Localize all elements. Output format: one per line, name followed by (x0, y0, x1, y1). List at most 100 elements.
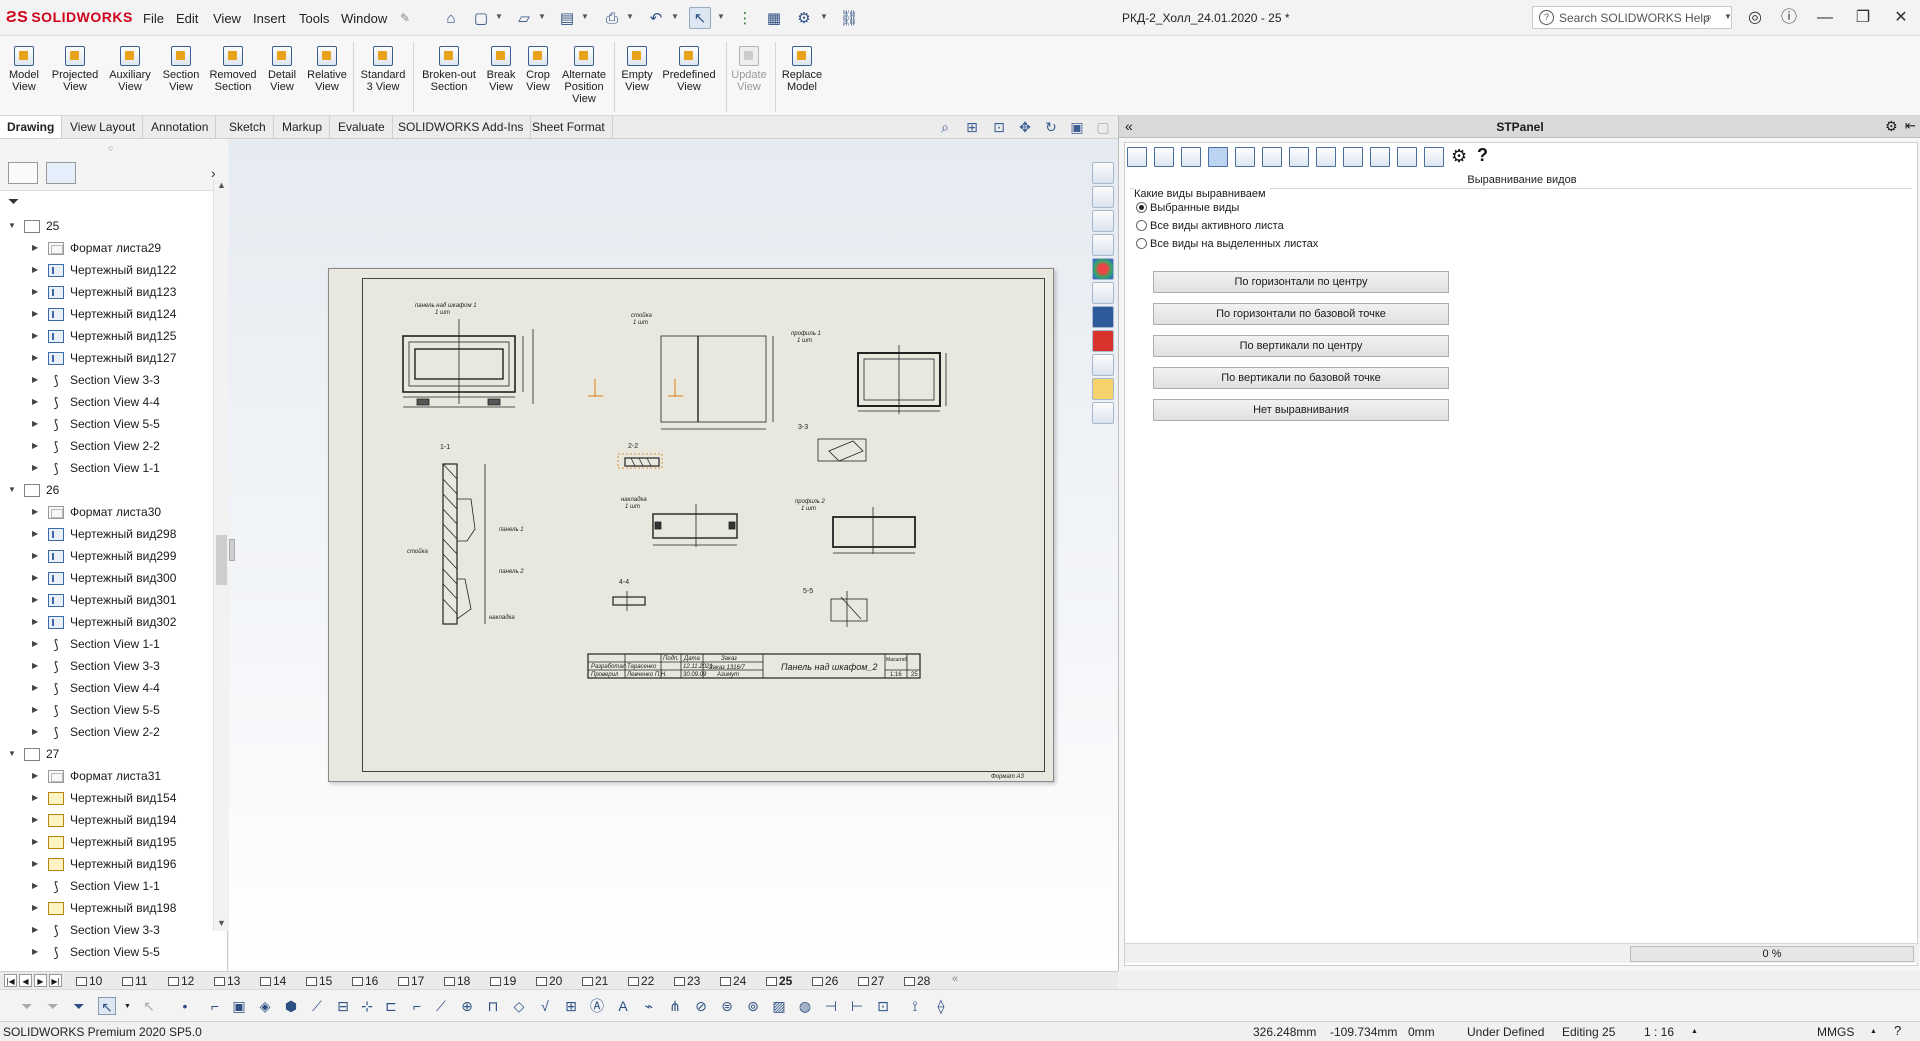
tree-item[interactable]: ▶ ⟆ Section View 2-2 (0, 721, 212, 743)
menu-insert[interactable]: Insert (253, 11, 286, 26)
st-addin-icon[interactable] (1092, 330, 1114, 352)
sheet-scale[interactable]: 1 : 16 (1644, 1025, 1674, 1039)
filter-solids-icon[interactable]: ⬢ (282, 997, 300, 1015)
home-icon[interactable]: ⌂ (440, 7, 462, 29)
new-document-icon[interactable]: ▢ (470, 7, 492, 29)
tree-item[interactable]: ▶ Чертежный вид300 (0, 567, 212, 589)
file-explorer-icon[interactable] (1092, 234, 1114, 256)
table-tool-icon[interactable] (1235, 147, 1255, 167)
scroll-tabs-left-icon[interactable]: « (952, 973, 958, 985)
clear-filters-icon[interactable]: ↖ (140, 997, 158, 1015)
chevron-right-icon[interactable]: ▶ (32, 677, 38, 699)
unit-system[interactable]: MMGS (1817, 1025, 1854, 1039)
chevron-right-icon[interactable]: ▶ (32, 391, 38, 413)
filter-points-icon[interactable]: ⊹ (358, 997, 376, 1015)
chevron-right-icon[interactable]: ▶ (32, 897, 38, 919)
tree-item[interactable]: ▶ ⟆ Section View 5-5 (0, 413, 212, 435)
chevron-right-icon[interactable]: ▶ (32, 347, 38, 369)
chevron-right-icon[interactable]: ▶ (32, 545, 38, 567)
sheet-tab[interactable]: 17 (396, 973, 424, 989)
tree-item[interactable]: ▶ Чертежный вид154 (0, 787, 212, 809)
sheet-tab[interactable]: 16 (350, 973, 378, 989)
feature-manager-tab[interactable] (8, 162, 38, 184)
chevron-right-icon[interactable]: ▶ (32, 413, 38, 435)
tab-solidworks-add-ins[interactable]: SOLIDWORKS Add-Ins (391, 116, 532, 138)
menu-tools[interactable]: Tools (299, 11, 329, 26)
sheet-tab[interactable]: 12 (166, 973, 194, 989)
first-sheet-icon[interactable]: |◀ (4, 974, 17, 987)
minimize-icon[interactable]: — (1812, 6, 1838, 30)
filter-cosmetic-thread-icon[interactable]: ⋔ (666, 997, 684, 1015)
tree-item[interactable]: ▶ ⟆ Section View 2-2 (0, 435, 212, 457)
tree-item[interactable]: ▶ ⟆ Section View 1-1 (0, 875, 212, 897)
link-icon[interactable]: ⛓ (838, 7, 860, 29)
tree-tool-icon[interactable] (1397, 147, 1417, 167)
align-vertical-center-button[interactable]: По вертикали по центру (1153, 335, 1449, 357)
tree-item[interactable]: ▶ Чертежный вид198 (0, 897, 212, 919)
sheet-tool-icon[interactable] (1262, 147, 1282, 167)
chevron-right-icon[interactable]: ▶ (32, 611, 38, 633)
filter-icon[interactable]: ⏷ (18, 997, 36, 1015)
tab-evaluate[interactable]: Evaluate (331, 116, 393, 138)
chevron-right-icon[interactable]: ▶ (32, 435, 38, 457)
tree-item[interactable]: ▶ Чертежный вид196 (0, 853, 212, 875)
hide-show-icon[interactable]: ▢ (1094, 119, 1112, 136)
projected-view-button[interactable]: Projected View (48, 46, 102, 93)
sheet-tab[interactable]: 24 (718, 973, 746, 989)
detail-view-button[interactable]: Detail View (262, 46, 302, 93)
chevron-right-icon[interactable]: ▶ (32, 787, 38, 809)
options-gear-icon[interactable]: ⚙ (793, 7, 815, 29)
filter-sketch-points-icon[interactable]: ⟋ (432, 997, 450, 1015)
chevron-right-icon[interactable]: ▶ (32, 941, 38, 963)
tree-item[interactable]: ▶ ⟆ Section View 1-1 (0, 457, 212, 479)
zoom-to-area-icon[interactable]: ⊞ (963, 119, 981, 136)
chevron-down-icon[interactable]: ▼ (495, 12, 503, 21)
chevron-down-icon[interactable]: ▼ (671, 12, 679, 21)
tree-item[interactable]: ▶ Чертежный вид125 (0, 325, 212, 347)
menu-file[interactable]: File (143, 11, 164, 26)
chevron-right-icon[interactable]: ▶ (32, 765, 38, 787)
filter-weld-bead-icon[interactable]: ◍ (796, 997, 814, 1015)
tab-annotation[interactable]: Annotation (144, 116, 217, 138)
sheet-tab[interactable]: 25 (764, 973, 792, 989)
design-library-icon[interactable] (1092, 210, 1114, 232)
tree-sheet-node[interactable]: ▼ 25 (0, 215, 212, 237)
layout-tool-icon[interactable] (1343, 147, 1363, 167)
menu-view[interactable]: View (213, 11, 241, 26)
tree-item[interactable]: ▶ ⟆ Section View 4-4 (0, 391, 212, 413)
splitter-handle-icon[interactable]: ○ (108, 143, 113, 153)
drawing-views[interactable] (363, 279, 1046, 773)
sheet-tab[interactable]: 27 (856, 973, 884, 989)
tree-scrollbar[interactable]: ▲ ▼ (213, 180, 228, 931)
chevron-down-icon[interactable]: ▼ (124, 1003, 131, 1010)
appearances-icon[interactable] (1092, 258, 1114, 280)
search-icon[interactable]: ⌕ (1705, 9, 1712, 25)
chevron-right-icon[interactable]: ▶ (32, 589, 38, 611)
radio-dot[interactable] (1136, 238, 1147, 249)
chevron-up-icon[interactable]: ▲ (1691, 1028, 1698, 1035)
tree-item[interactable]: ▶ Чертежный вид127 (0, 347, 212, 369)
last-sheet-icon[interactable]: ▶| (49, 974, 62, 987)
filter-notes-icon[interactable]: Ⓐ (588, 997, 606, 1015)
chevron-down-icon[interactable]: ▼ (538, 12, 546, 21)
radio-dot[interactable] (1136, 202, 1147, 213)
view-settings-icon[interactable]: ▣ (1068, 119, 1086, 136)
auxiliary-view-button[interactable]: Auxiliary View (104, 46, 156, 93)
radio-active-sheet-views[interactable]: Все виды активного листа (1136, 220, 1284, 232)
traffic-light-icon[interactable]: ⋮ (734, 7, 756, 29)
removed-section-button[interactable]: Removed Section (206, 46, 260, 93)
chevron-down-icon[interactable]: ▼ (8, 743, 16, 765)
select-cursor-icon[interactable]: ↖ (98, 997, 116, 1015)
solidworks-logo[interactable]: ƧS SOLIDWORKS (6, 9, 133, 27)
export-tool-icon[interactable] (1316, 147, 1336, 167)
scroll-up-icon[interactable]: ▲ (217, 180, 226, 190)
chevron-right-icon[interactable]: ▶ (32, 259, 38, 281)
chevron-right-icon[interactable]: ▶ (32, 325, 38, 347)
broken-out-section-button[interactable]: Broken-out Section (416, 46, 482, 93)
sheet-tab[interactable]: 13 (212, 973, 240, 989)
crop-view-button[interactable]: Crop View (520, 46, 556, 93)
replace-model-button[interactable]: Replace Model (779, 46, 825, 93)
empty-view-button[interactable]: Empty View (618, 46, 656, 93)
chevron-right-icon[interactable]: ▶ (32, 699, 38, 721)
filter-hatch-icon[interactable]: ▨ (770, 997, 788, 1015)
